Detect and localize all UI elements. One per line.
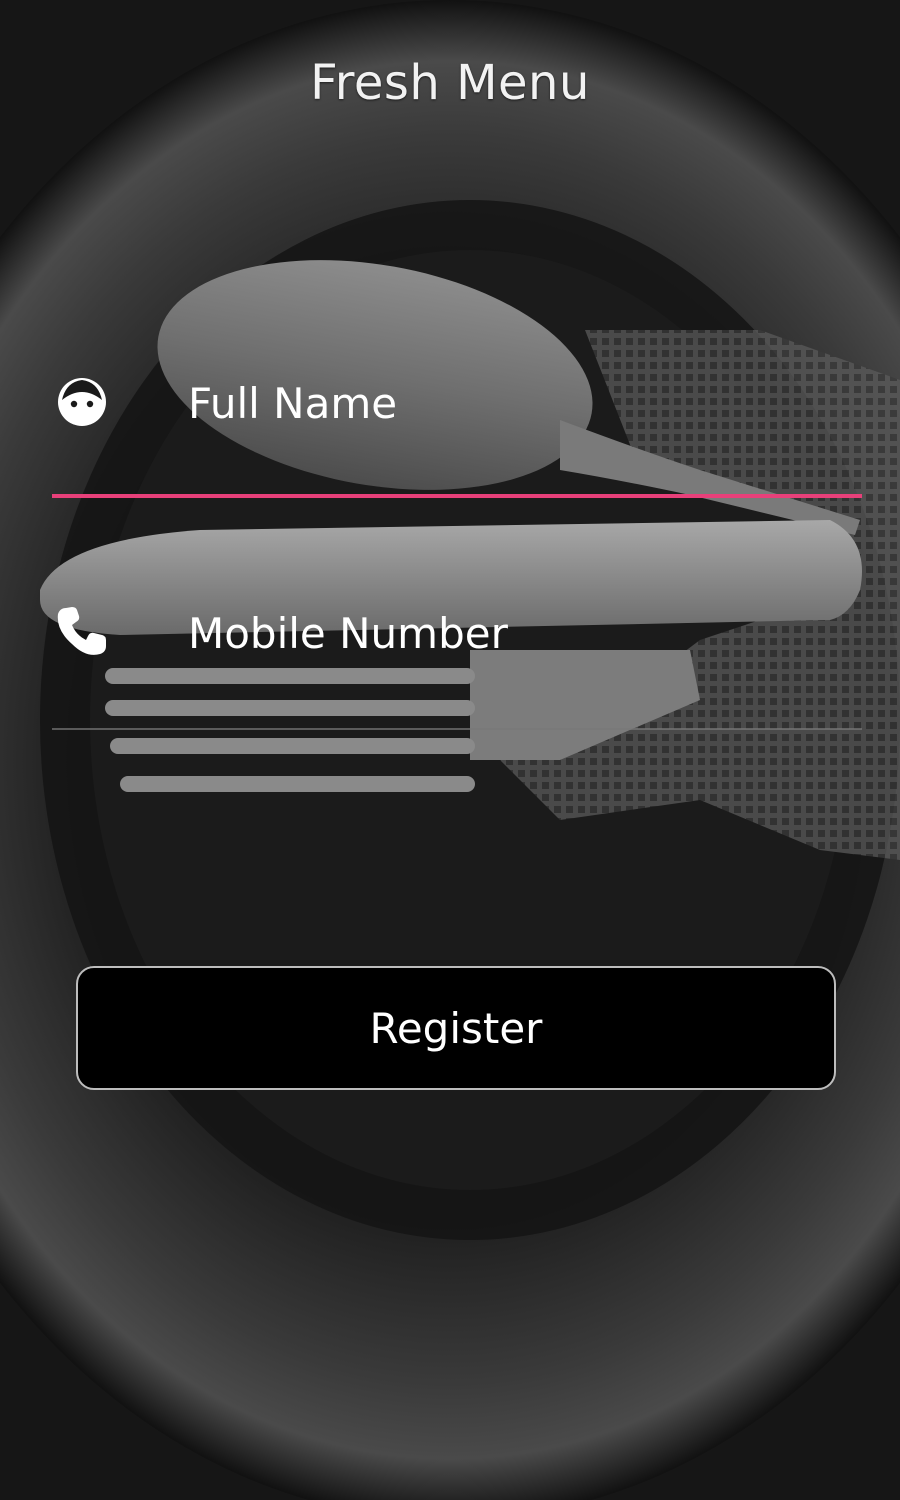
full-name-input[interactable]	[188, 370, 858, 436]
registration-screen: Fresh Menu Register	[0, 0, 900, 1500]
mobile-number-input[interactable]	[188, 600, 858, 666]
full-name-underline	[52, 494, 862, 498]
register-button[interactable]: Register	[76, 966, 836, 1090]
face-icon	[58, 378, 106, 426]
mobile-number-underline	[52, 728, 862, 730]
background-image	[0, 0, 900, 1500]
phone-icon	[57, 607, 106, 655]
full-name-field	[52, 370, 862, 498]
app-title: Fresh Menu	[310, 55, 590, 111]
mobile-number-field	[52, 600, 862, 730]
